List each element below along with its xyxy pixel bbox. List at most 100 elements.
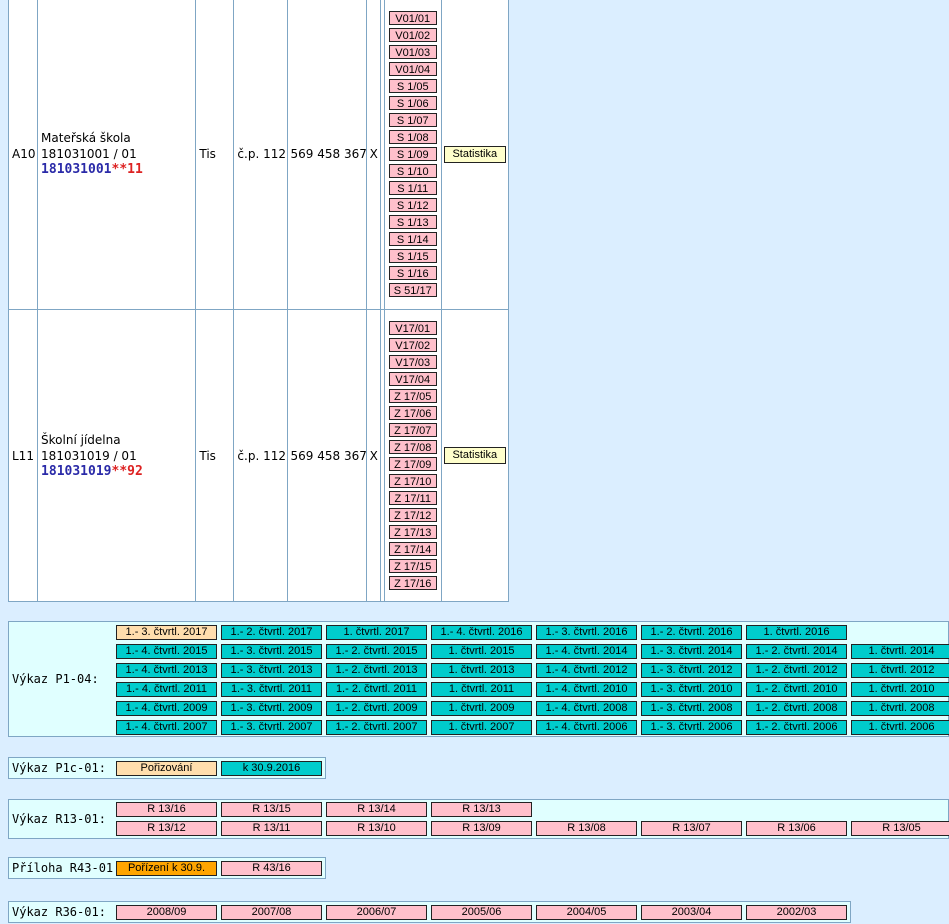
report-button[interactable]: V01/01: [388, 11, 437, 25]
report-button[interactable]: Z 17/09: [388, 457, 437, 471]
report-period-button[interactable]: 1.- 4. čtvrtl. 2012: [536, 663, 637, 678]
report-button[interactable]: S 1/11: [388, 181, 437, 195]
report-period-button[interactable]: R 13/07: [641, 821, 742, 836]
report-period-button[interactable]: 1.- 3. čtvrtl. 2017: [116, 625, 217, 640]
report-period-button[interactable]: R 13/10: [326, 821, 427, 836]
report-period-button[interactable]: 1.- 2. čtvrtl. 2009: [326, 701, 427, 716]
report-period-button[interactable]: 1.- 2. čtvrtl. 2011: [326, 682, 427, 697]
report-period-button[interactable]: 1. čtvrtl. 2014: [851, 644, 949, 659]
report-period-button[interactable]: 1.- 3. čtvrtl. 2011: [221, 682, 322, 697]
report-period-button[interactable]: 1. čtvrtl. 2006: [851, 720, 949, 735]
report-period-button[interactable]: 1.- 2. čtvrtl. 2016: [641, 625, 742, 640]
report-period-button[interactable]: 1. čtvrtl. 2009: [431, 701, 532, 716]
report-period-button[interactable]: 2004/05: [536, 905, 637, 920]
report-period-button[interactable]: 1.- 3. čtvrtl. 2012: [641, 663, 742, 678]
report-period-button[interactable]: 1.- 4. čtvrtl. 2007: [116, 720, 217, 735]
report-period-button[interactable]: 1.- 4. čtvrtl. 2013: [116, 663, 217, 678]
report-period-button[interactable]: 1.- 3. čtvrtl. 2013: [221, 663, 322, 678]
report-button[interactable]: S 1/13: [388, 215, 437, 229]
report-period-button[interactable]: 1.- 4. čtvrtl. 2016: [431, 625, 532, 640]
report-button[interactable]: V17/02: [388, 338, 437, 352]
report-period-button[interactable]: 2007/08: [221, 905, 322, 920]
report-period-button[interactable]: 1.- 4. čtvrtl. 2009: [116, 701, 217, 716]
statistika-button[interactable]: Statistika: [443, 447, 506, 464]
report-period-button[interactable]: R 13/15: [221, 802, 322, 817]
report-period-button[interactable]: 1.- 4. čtvrtl. 2010: [536, 682, 637, 697]
report-period-button[interactable]: 2008/09: [116, 905, 217, 920]
report-button[interactable]: Z 17/16: [388, 576, 437, 590]
report-period-button[interactable]: 2003/04: [641, 905, 742, 920]
report-period-button[interactable]: 1.- 4. čtvrtl. 2008: [536, 701, 637, 716]
report-period-button[interactable]: 2005/06: [431, 905, 532, 920]
report-period-button[interactable]: 1.- 2. čtvrtl. 2010: [746, 682, 847, 697]
report-button[interactable]: S 1/10: [388, 164, 437, 178]
report-period-button[interactable]: 1. čtvrtl. 2011: [431, 682, 532, 697]
report-button[interactable]: Z 17/10: [388, 474, 437, 488]
report-button[interactable]: S 1/06: [388, 96, 437, 110]
report-period-button[interactable]: Pořízení k 30.9.: [116, 861, 217, 876]
izo-number[interactable]: 181031019: [41, 464, 111, 479]
report-period-button[interactable]: 1. čtvrtl. 2012: [851, 663, 949, 678]
report-period-button[interactable]: R 13/16: [116, 802, 217, 817]
report-period-button[interactable]: Pořizování: [116, 761, 217, 776]
report-button[interactable]: V01/03: [388, 45, 437, 59]
report-button[interactable]: Z 17/07: [388, 423, 437, 437]
report-period-button[interactable]: 1.- 4. čtvrtl. 2015: [116, 644, 217, 659]
report-period-button[interactable]: 1.- 3. čtvrtl. 2008: [641, 701, 742, 716]
report-period-button[interactable]: 1.- 2. čtvrtl. 2017: [221, 625, 322, 640]
report-button[interactable]: S 1/16: [388, 266, 437, 280]
report-period-button[interactable]: 1.- 2. čtvrtl. 2008: [746, 701, 847, 716]
report-period-button[interactable]: 1. čtvrtl. 2015: [431, 644, 532, 659]
report-button[interactable]: Z 17/08: [388, 440, 437, 454]
report-button[interactable]: S 1/15: [388, 249, 437, 263]
report-button[interactable]: Z 17/15: [388, 559, 437, 573]
report-period-button[interactable]: 1.- 3. čtvrtl. 2016: [536, 625, 637, 640]
report-period-button[interactable]: 1.- 3. čtvrtl. 2015: [221, 644, 322, 659]
report-period-button[interactable]: 1. čtvrtl. 2007: [431, 720, 532, 735]
report-period-button[interactable]: 1.- 2. čtvrtl. 2007: [326, 720, 427, 735]
report-button[interactable]: V01/04: [388, 62, 437, 76]
report-button[interactable]: V17/03: [388, 355, 437, 369]
report-button[interactable]: Z 17/06: [388, 406, 437, 420]
report-button[interactable]: S 51/17: [388, 283, 437, 297]
report-period-button[interactable]: R 13/12: [116, 821, 217, 836]
report-period-button[interactable]: 1. čtvrtl. 2017: [326, 625, 427, 640]
report-button[interactable]: V17/01: [388, 321, 437, 335]
report-period-button[interactable]: R 13/08: [536, 821, 637, 836]
report-button[interactable]: Z 17/12: [388, 508, 437, 522]
report-period-button[interactable]: 1.- 3. čtvrtl. 2007: [221, 720, 322, 735]
report-period-button[interactable]: R 13/13: [431, 802, 532, 817]
report-period-button[interactable]: 1. čtvrtl. 2008: [851, 701, 949, 716]
report-period-button[interactable]: 1.- 3. čtvrtl. 2014: [641, 644, 742, 659]
statistika-button[interactable]: Statistika: [443, 145, 506, 163]
report-period-button[interactable]: 2002/03: [746, 905, 847, 920]
report-button[interactable]: S 1/14: [388, 232, 437, 246]
report-period-button[interactable]: R 13/05: [851, 821, 949, 836]
report-period-button[interactable]: 2006/07: [326, 905, 427, 920]
report-period-button[interactable]: 1.- 3. čtvrtl. 2010: [641, 682, 742, 697]
report-period-button[interactable]: 1.- 2. čtvrtl. 2006: [746, 720, 847, 735]
report-period-button[interactable]: R 13/06: [746, 821, 847, 836]
report-period-button[interactable]: 1. čtvrtl. 2010: [851, 682, 949, 697]
report-period-button[interactable]: 1.- 2. čtvrtl. 2014: [746, 644, 847, 659]
report-button[interactable]: Z 17/11: [388, 491, 437, 505]
report-period-button[interactable]: k 30.9.2016: [221, 761, 322, 776]
report-period-button[interactable]: 1.- 4. čtvrtl. 2014: [536, 644, 637, 659]
report-button[interactable]: V17/04: [388, 372, 437, 386]
report-period-button[interactable]: 1.- 2. čtvrtl. 2012: [746, 663, 847, 678]
report-period-button[interactable]: 1.- 2. čtvrtl. 2015: [326, 644, 427, 659]
izo-number[interactable]: 181031001: [41, 162, 111, 177]
report-period-button[interactable]: R 43/16: [221, 861, 322, 876]
report-period-button[interactable]: R 13/14: [326, 802, 427, 817]
report-button[interactable]: S 1/07: [388, 113, 437, 127]
report-period-button[interactable]: R 13/11: [221, 821, 322, 836]
report-period-button[interactable]: 1.- 4. čtvrtl. 2006: [536, 720, 637, 735]
report-button[interactable]: S 1/08: [388, 130, 437, 144]
report-period-button[interactable]: 1.- 4. čtvrtl. 2011: [116, 682, 217, 697]
report-button[interactable]: Z 17/13: [388, 525, 437, 539]
report-period-button[interactable]: 1.- 3. čtvrtl. 2009: [221, 701, 322, 716]
report-button[interactable]: S 1/12: [388, 198, 437, 212]
report-period-button[interactable]: 1. čtvrtl. 2016: [746, 625, 847, 640]
report-button[interactable]: Z 17/05: [388, 389, 437, 403]
report-button[interactable]: S 1/05: [388, 79, 437, 93]
